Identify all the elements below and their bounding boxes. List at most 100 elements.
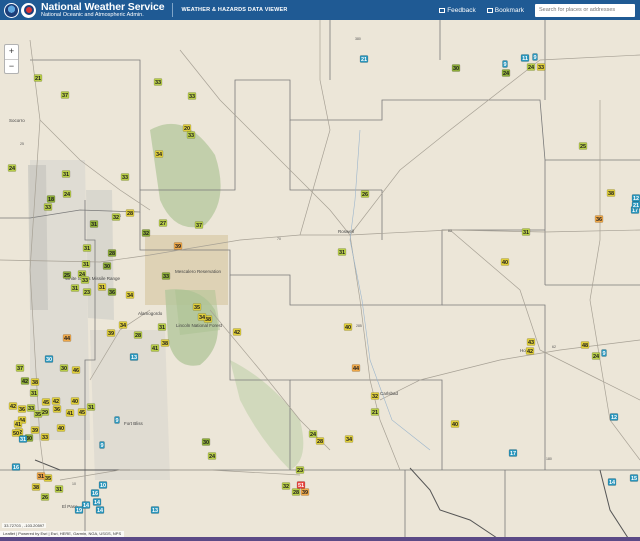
- station-marker[interactable]: 42: [20, 377, 30, 386]
- station-marker[interactable]: 41: [13, 420, 23, 429]
- station-marker[interactable]: 37: [194, 221, 204, 230]
- station-marker[interactable]: 21: [370, 408, 380, 417]
- station-marker[interactable]: 24: [591, 352, 601, 361]
- station-marker[interactable]: 42: [8, 402, 18, 411]
- station-marker[interactable]: 30: [59, 364, 69, 373]
- station-marker[interactable]: 28: [315, 437, 325, 446]
- station-marker[interactable]: 32: [141, 229, 151, 238]
- station-marker[interactable]: 35: [33, 410, 43, 419]
- station-marker[interactable]: 46: [71, 366, 81, 375]
- station-marker[interactable]: 31: [337, 248, 347, 257]
- station-marker[interactable]: 24: [501, 69, 511, 78]
- station-marker[interactable]: 48: [580, 341, 590, 350]
- station-marker[interactable]: 21: [33, 74, 43, 83]
- station-marker[interactable]: 15: [629, 474, 639, 483]
- station-marker[interactable]: 16: [11, 463, 21, 472]
- station-marker[interactable]: 30: [201, 438, 211, 447]
- station-marker[interactable]: 33: [40, 433, 50, 442]
- station-marker[interactable]: 37: [15, 364, 25, 373]
- station-marker[interactable]: 19: [74, 506, 84, 515]
- station-marker[interactable]: 33: [120, 173, 130, 182]
- station-marker[interactable]: 31: [81, 260, 91, 269]
- station-marker[interactable]: 31: [29, 389, 39, 398]
- station-marker[interactable]: 39: [300, 488, 310, 497]
- station-marker[interactable]: 38: [30, 378, 40, 387]
- station-marker[interactable]: 50: [11, 429, 21, 438]
- station-marker[interactable]: 9: [114, 416, 120, 425]
- station-marker[interactable]: 33: [80, 276, 90, 285]
- station-marker[interactable]: 10: [98, 481, 108, 490]
- station-marker[interactable]: 31: [521, 228, 531, 237]
- station-marker[interactable]: 35: [192, 303, 202, 312]
- station-marker[interactable]: 32: [281, 482, 291, 491]
- station-marker[interactable]: 28: [125, 209, 135, 218]
- station-marker[interactable]: 36: [107, 288, 117, 297]
- station-marker[interactable]: 39: [106, 329, 116, 338]
- station-marker[interactable]: 12: [631, 194, 640, 203]
- station-marker[interactable]: 36: [594, 215, 604, 224]
- station-marker[interactable]: 16: [90, 489, 100, 498]
- station-marker[interactable]: 33: [43, 203, 53, 212]
- station-marker[interactable]: 35: [43, 474, 53, 483]
- station-marker[interactable]: 14: [92, 498, 102, 507]
- station-marker[interactable]: 31: [61, 170, 71, 179]
- station-marker[interactable]: 20: [182, 124, 192, 133]
- station-marker[interactable]: 31: [54, 485, 64, 494]
- station-marker[interactable]: 28: [107, 249, 117, 258]
- station-marker[interactable]: 9: [99, 441, 105, 450]
- station-marker[interactable]: 25: [62, 271, 72, 280]
- station-marker[interactable]: 31: [36, 472, 46, 481]
- station-marker[interactable]: 33: [153, 78, 163, 87]
- station-marker[interactable]: 30: [44, 355, 54, 364]
- station-marker[interactable]: 42: [51, 397, 61, 406]
- station-marker[interactable]: 31: [18, 435, 28, 444]
- station-marker[interactable]: 31: [86, 403, 96, 412]
- station-marker[interactable]: 18: [46, 195, 56, 204]
- station-marker[interactable]: 42: [525, 347, 535, 356]
- station-marker[interactable]: 30: [451, 64, 461, 73]
- station-marker[interactable]: 17: [508, 449, 518, 458]
- station-marker[interactable]: 45: [77, 408, 87, 417]
- station-marker[interactable]: 31: [89, 220, 99, 229]
- station-marker[interactable]: 40: [70, 397, 80, 406]
- station-marker[interactable]: 11: [520, 54, 530, 63]
- station-marker[interactable]: 27: [158, 219, 168, 228]
- station-marker[interactable]: 38: [160, 339, 170, 348]
- station-marker[interactable]: 34: [118, 321, 128, 330]
- station-marker[interactable]: 33: [536, 63, 546, 72]
- station-marker[interactable]: 9: [601, 349, 607, 358]
- station-marker[interactable]: 26: [40, 493, 50, 502]
- station-marker[interactable]: 28: [291, 488, 301, 497]
- station-marker[interactable]: 34: [154, 150, 164, 159]
- station-marker[interactable]: 34: [344, 435, 354, 444]
- station-marker[interactable]: 36: [52, 405, 62, 414]
- station-marker[interactable]: 31: [70, 284, 80, 293]
- station-marker[interactable]: 9: [502, 60, 508, 69]
- station-marker[interactable]: 42: [232, 328, 242, 337]
- station-marker[interactable]: 24: [7, 164, 17, 173]
- station-marker[interactable]: 40: [56, 424, 66, 433]
- station-marker[interactable]: 31: [82, 244, 92, 253]
- station-marker[interactable]: 23: [82, 288, 92, 297]
- station-marker[interactable]: 32: [111, 213, 121, 222]
- station-marker[interactable]: 41: [150, 344, 160, 353]
- station-marker[interactable]: 31: [97, 283, 107, 292]
- station-marker[interactable]: 30: [102, 262, 112, 271]
- station-marker[interactable]: 43: [526, 338, 536, 347]
- station-marker[interactable]: 33: [186, 131, 196, 140]
- station-marker[interactable]: 44: [62, 334, 72, 343]
- feedback-link[interactable]: Feedback: [439, 7, 476, 14]
- station-marker[interactable]: 33: [161, 272, 171, 281]
- station-marker[interactable]: 12: [609, 413, 619, 422]
- station-marker[interactable]: 14: [607, 478, 617, 487]
- station-marker[interactable]: 39: [30, 426, 40, 435]
- zoom-out-button[interactable]: −: [5, 59, 18, 73]
- station-marker[interactable]: 34: [125, 291, 135, 300]
- zoom-in-button[interactable]: +: [5, 45, 18, 59]
- station-marker[interactable]: 45: [41, 398, 51, 407]
- station-marker[interactable]: 37: [60, 91, 70, 100]
- station-marker[interactable]: 14: [95, 506, 105, 515]
- station-marker[interactable]: 34: [197, 313, 207, 322]
- station-marker[interactable]: 31: [157, 323, 167, 332]
- station-marker[interactable]: 21: [631, 201, 640, 210]
